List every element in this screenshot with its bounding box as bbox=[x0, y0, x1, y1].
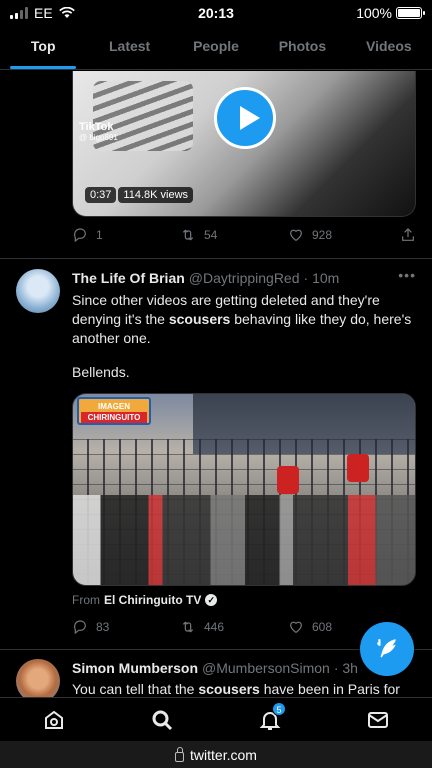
heart-icon bbox=[290, 229, 302, 242]
tweet-time: · 3h bbox=[333, 660, 358, 676]
video-duration: 0:37 bbox=[85, 187, 117, 203]
wifi-icon bbox=[58, 7, 75, 18]
like-count: 608 bbox=[312, 620, 333, 634]
tweet-text-line: Bellends. bbox=[72, 364, 130, 380]
tab-videos[interactable]: Videos bbox=[346, 26, 432, 69]
compose-icon bbox=[377, 639, 396, 658]
source-name[interactable]: El Chiringuito TV bbox=[104, 593, 201, 607]
video-stats: 0:37 114.8K views bbox=[85, 187, 194, 203]
avatar[interactable] bbox=[16, 659, 60, 697]
author-handle[interactable]: @DaytrippingRed bbox=[189, 270, 300, 286]
tiktok-watermark: TikTok @ bigp891 bbox=[79, 121, 118, 142]
video-views: 114.8K views bbox=[118, 187, 194, 203]
author-name[interactable]: The Life Of Brian bbox=[72, 270, 185, 286]
reply-icon bbox=[73, 228, 86, 243]
tweet-text: You can tell that the scousers have been… bbox=[72, 680, 412, 697]
share-button[interactable] bbox=[400, 227, 416, 243]
tab-photos[interactable]: Photos bbox=[259, 26, 345, 69]
heart-icon bbox=[290, 621, 302, 634]
signal-icon bbox=[10, 7, 28, 19]
climber-figure bbox=[347, 454, 369, 482]
logo-line2: CHIRINGUITO bbox=[81, 412, 147, 423]
retweet-button[interactable]: 446 bbox=[180, 619, 288, 635]
retweet-icon bbox=[182, 621, 194, 633]
battery-percent: 100% bbox=[356, 5, 392, 21]
battery-icon bbox=[396, 7, 425, 19]
clock: 20:13 bbox=[198, 5, 234, 21]
nav-explore[interactable] bbox=[108, 708, 216, 732]
tab-people[interactable]: People bbox=[173, 26, 259, 69]
tweet-video[interactable]: IMAGEN CHIRINGUITO bbox=[72, 393, 416, 586]
search-icon bbox=[152, 710, 173, 730]
tiktok-label: TikTok bbox=[79, 121, 114, 133]
tab-top[interactable]: Top bbox=[0, 26, 86, 69]
url-domain: twitter.com bbox=[190, 746, 257, 763]
nav-home[interactable] bbox=[0, 708, 108, 732]
like-count: 928 bbox=[312, 228, 333, 242]
retweet-count: 54 bbox=[204, 228, 218, 242]
retweet-button[interactable]: 54 bbox=[180, 227, 288, 243]
tweet-actions: 1 54 928 bbox=[72, 227, 416, 243]
tiktok-handle: @ bigp891 bbox=[79, 133, 118, 142]
tweet-text: Since other videos are getting deleted a… bbox=[72, 291, 412, 348]
browser-url-bar[interactable]: twitter.com bbox=[0, 741, 432, 768]
tweet-divider bbox=[0, 258, 432, 259]
play-button[interactable] bbox=[214, 87, 276, 149]
verified-icon: ✓ bbox=[205, 594, 218, 606]
tweet-video[interactable]: TikTok @ bigp891 0:37 114.8K views bbox=[72, 71, 416, 217]
carrier-label: EE bbox=[34, 5, 53, 21]
author-handle[interactable]: @MumbersonSimon bbox=[202, 660, 330, 676]
author-name[interactable]: Simon Mumberson bbox=[72, 660, 198, 676]
tweet-time: · 10m bbox=[303, 270, 340, 286]
reply-button[interactable]: 83 bbox=[72, 619, 180, 635]
retweet-count: 446 bbox=[204, 620, 225, 634]
tab-latest[interactable]: Latest bbox=[86, 26, 172, 69]
bottom-navigation: 5 bbox=[0, 697, 432, 741]
nav-messages[interactable] bbox=[324, 708, 432, 732]
home-icon bbox=[45, 710, 63, 729]
reply-button[interactable]: 1 bbox=[72, 227, 180, 243]
avatar[interactable] bbox=[16, 269, 60, 313]
share-icon bbox=[402, 228, 414, 241]
reply-icon bbox=[73, 620, 86, 635]
search-highlight: scousers bbox=[198, 681, 260, 697]
logo-line1: IMAGEN bbox=[98, 402, 130, 411]
nav-notifications[interactable]: 5 bbox=[216, 701, 324, 732]
like-button[interactable]: 928 bbox=[288, 227, 396, 243]
retweet-icon bbox=[182, 229, 194, 241]
from-label: From bbox=[72, 593, 100, 607]
compose-tweet-button[interactable] bbox=[360, 622, 414, 676]
tweet-header: Simon Mumberson @MumbersonSimon · 3h bbox=[72, 660, 402, 676]
reply-count: 1 bbox=[96, 228, 103, 242]
envelope-icon bbox=[368, 711, 388, 728]
tweet-text-part: You can tell that the bbox=[72, 681, 199, 697]
search-tabs: Top Latest People Photos Videos bbox=[0, 26, 432, 70]
channel-logo: IMAGEN CHIRINGUITO bbox=[77, 397, 151, 425]
tweet-header: The Life Of Brian @DaytrippingRed · 10m bbox=[72, 270, 402, 286]
reply-count: 83 bbox=[96, 620, 110, 634]
climber-figure bbox=[277, 466, 299, 494]
media-attribution[interactable]: From El Chiringuito TV ✓ bbox=[72, 593, 218, 607]
lock-icon bbox=[175, 746, 185, 762]
more-options-icon[interactable]: ••• bbox=[398, 267, 416, 283]
status-bar: EE 20:13 100% bbox=[0, 0, 432, 26]
crowd-scene bbox=[73, 495, 415, 585]
search-highlight: scousers bbox=[168, 311, 231, 327]
tweet-feed[interactable]: TikTok @ bigp891 0:37 114.8K views 1 54 … bbox=[0, 71, 432, 697]
notification-badge: 5 bbox=[272, 701, 286, 716]
